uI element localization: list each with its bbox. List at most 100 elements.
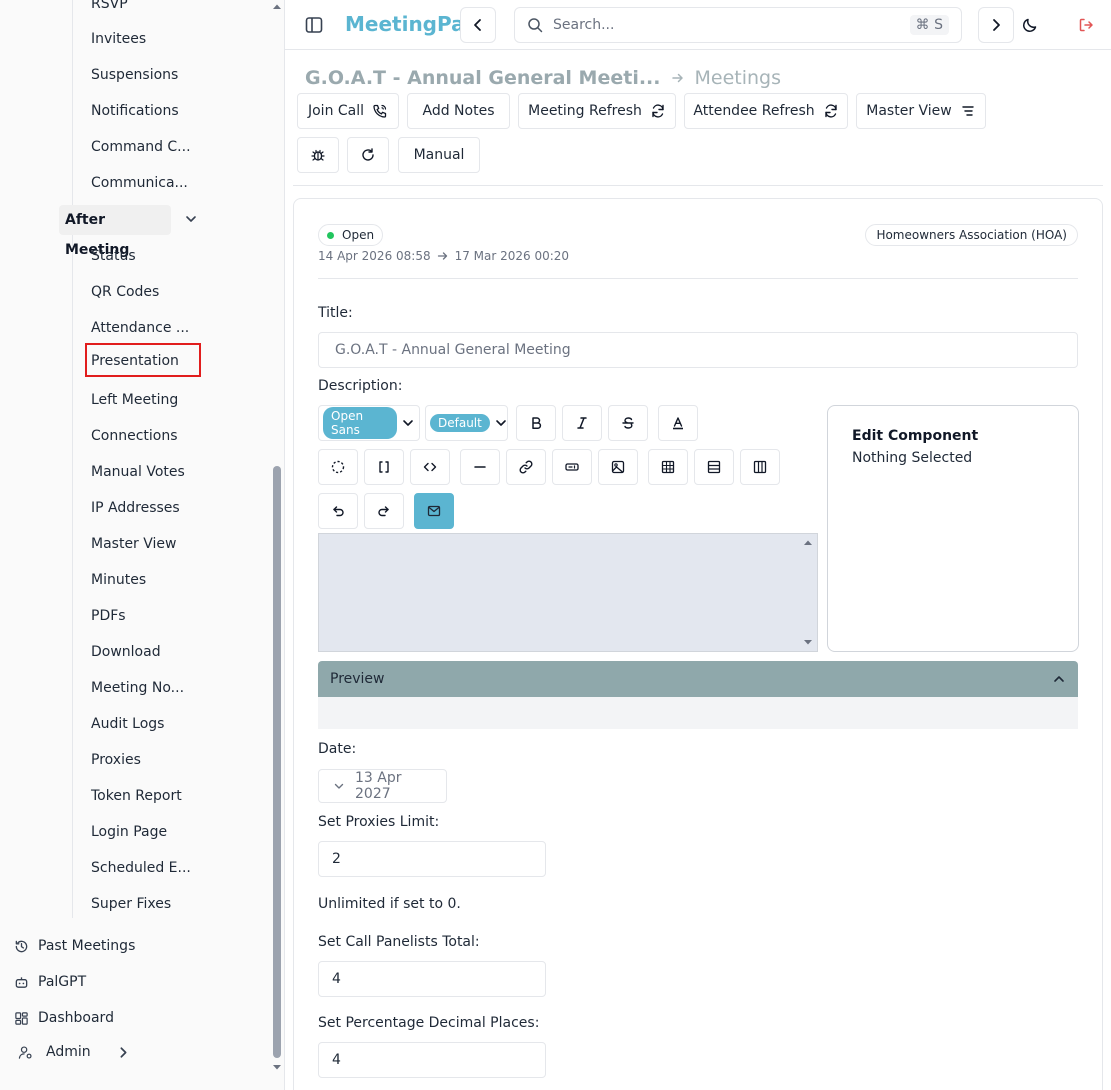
font-size-value: Default xyxy=(430,414,490,432)
edit-component-panel: Edit Component Nothing Selected xyxy=(827,405,1079,652)
chevron-right-icon xyxy=(988,17,1004,33)
link-button[interactable] xyxy=(506,449,546,485)
arrow-right-icon xyxy=(437,250,449,262)
chevron-down-icon xyxy=(333,780,345,792)
sidebar-item-presentation[interactable]: Presentation xyxy=(85,343,201,377)
sidebar-item-meeting-notes[interactable]: Meeting No... xyxy=(91,678,184,698)
text-color-button[interactable] xyxy=(658,405,698,441)
search-input[interactable]: Search... ⌘ S xyxy=(514,7,962,43)
brand-logo[interactable]: MeetingPal xyxy=(345,12,471,36)
bug-icon xyxy=(310,147,326,163)
sidebar-item-proxies[interactable]: Proxies xyxy=(91,750,141,770)
sidebar-item-admin[interactable]: Admin xyxy=(18,1042,131,1062)
master-view-button[interactable]: Master View xyxy=(856,93,986,129)
join-call-button[interactable]: Join Call xyxy=(297,93,399,129)
main-content: G.O.A.T - Annual General Meeti... Meetin… xyxy=(285,50,1111,1090)
sidebar-item-attendance[interactable]: Attendance ... xyxy=(91,318,189,338)
decimal-places-input[interactable]: 4 xyxy=(318,1042,546,1078)
button-insert-button[interactable] xyxy=(552,449,592,485)
meeting-refresh-button[interactable]: Meeting Refresh xyxy=(518,93,676,129)
chevron-down-icon[interactable] xyxy=(184,212,198,226)
sidebar-section-after-meeting[interactable]: After Meeting xyxy=(59,205,171,258)
sidebar-item-pdfs[interactable]: PDFs xyxy=(91,606,126,626)
meeting-start: 14 Apr 2026 08:58 xyxy=(318,249,431,263)
sidebar-item-suspensions[interactable]: Suspensions xyxy=(91,65,178,85)
sidebar-item-status[interactable]: Status xyxy=(91,246,136,266)
bold-button[interactable] xyxy=(516,405,556,441)
date-picker[interactable]: 13 Apr 2027 xyxy=(318,769,447,803)
selection-button[interactable] xyxy=(318,449,358,485)
button-label: Attendee Refresh xyxy=(693,103,815,119)
chevron-down-icon xyxy=(401,416,415,430)
sidebar-toggle-icon[interactable] xyxy=(304,15,324,35)
sidebar-item-minutes[interactable]: Minutes xyxy=(91,570,146,590)
email-mode-button[interactable] xyxy=(414,493,454,529)
sidebar-item-palgpt[interactable]: PalGPT xyxy=(14,972,86,992)
font-family-select[interactable]: Open Sans xyxy=(318,405,420,441)
scroll-down-icon[interactable] xyxy=(272,1062,282,1072)
undo-button[interactable] xyxy=(318,493,358,529)
horizontal-rule-button[interactable] xyxy=(460,449,500,485)
forward-button[interactable] xyxy=(978,7,1014,43)
title-input[interactable]: G.O.A.T - Annual General Meeting xyxy=(318,332,1078,368)
sidebar-item-login-page[interactable]: Login Page xyxy=(91,822,167,842)
sidebar-item-past-meetings[interactable]: Past Meetings xyxy=(14,936,135,956)
redo-icon xyxy=(376,503,392,519)
mail-icon xyxy=(426,503,442,519)
add-notes-button[interactable]: Add Notes xyxy=(407,93,510,129)
back-button[interactable] xyxy=(460,7,496,43)
sidebar-item-qr-codes[interactable]: QR Codes xyxy=(91,282,159,302)
lasso-icon xyxy=(330,459,346,475)
card-divider xyxy=(318,278,1078,279)
sidebar-scrollbar-thumb[interactable] xyxy=(273,466,281,1058)
italic-icon xyxy=(574,415,590,431)
redo-button[interactable] xyxy=(364,493,404,529)
description-editor[interactable] xyxy=(318,533,818,652)
moon-icon[interactable] xyxy=(1022,17,1038,33)
image-button[interactable] xyxy=(598,449,638,485)
sidebar-item-left-meeting[interactable]: Left Meeting xyxy=(91,390,178,410)
proxies-limit-input[interactable]: 2 xyxy=(318,841,546,877)
breadcrumb-parent-link[interactable]: Meetings xyxy=(695,67,782,89)
sidebar-item-manual-votes[interactable]: Manual Votes xyxy=(91,462,185,482)
sidebar-item-ip-addresses[interactable]: IP Addresses xyxy=(91,498,180,518)
logout-icon[interactable] xyxy=(1078,17,1094,33)
sidebar-item-connections[interactable]: Connections xyxy=(91,426,178,446)
sidebar-item-notifications[interactable]: Notifications xyxy=(91,101,179,121)
strikethrough-button[interactable] xyxy=(608,405,648,441)
page-title: G.O.A.T - Annual General Meeti... xyxy=(305,67,661,89)
sidebar-item-rsvp[interactable]: RSVP xyxy=(91,0,128,14)
italic-button[interactable] xyxy=(562,405,602,441)
brackets-button[interactable] xyxy=(364,449,404,485)
scroll-up-icon[interactable] xyxy=(272,2,282,12)
sidebar-item-dashboard[interactable]: Dashboard xyxy=(14,1008,114,1028)
sidebar-item-invitees[interactable]: Invitees xyxy=(91,29,146,49)
reload-button[interactable] xyxy=(347,137,389,173)
preview-toggle[interactable]: Preview xyxy=(318,661,1078,697)
sidebar-item-command-center[interactable]: Command C... xyxy=(91,137,191,157)
scroll-up-icon[interactable] xyxy=(803,538,813,548)
sidebar-item-scheduled-emails[interactable]: Scheduled E... xyxy=(91,858,191,878)
sidebar-item-audit-logs[interactable]: Audit Logs xyxy=(91,714,164,734)
debug-button[interactable] xyxy=(297,137,339,173)
call-panelists-input[interactable]: 4 xyxy=(318,961,546,997)
sidebar-item-token-report[interactable]: Token Report xyxy=(91,786,182,806)
attendee-refresh-button[interactable]: Attendee Refresh xyxy=(684,93,848,129)
sidebar-item-master-view[interactable]: Master View xyxy=(91,534,176,554)
manual-button[interactable]: Manual xyxy=(398,137,480,173)
arrow-right-icon xyxy=(671,71,685,85)
rows-button[interactable] xyxy=(694,449,734,485)
columns-button[interactable] xyxy=(740,449,780,485)
status-text: Open xyxy=(342,228,375,242)
table-button[interactable] xyxy=(648,449,688,485)
scroll-down-icon[interactable] xyxy=(803,637,813,647)
sidebar-item-download[interactable]: Download xyxy=(91,642,161,662)
call-panelists-label: Set Call Panelists Total: xyxy=(318,934,480,950)
button-label: Join Call xyxy=(307,103,365,119)
font-size-select[interactable]: Default xyxy=(425,405,508,441)
code-button[interactable] xyxy=(410,449,450,485)
sidebar-item-super-fixes[interactable]: Super Fixes xyxy=(91,894,171,914)
sidebar-item-communications[interactable]: Communica... xyxy=(91,173,188,193)
bold-icon xyxy=(528,415,544,431)
top-header: MeetingPal Search... ⌘ S xyxy=(285,0,1111,50)
